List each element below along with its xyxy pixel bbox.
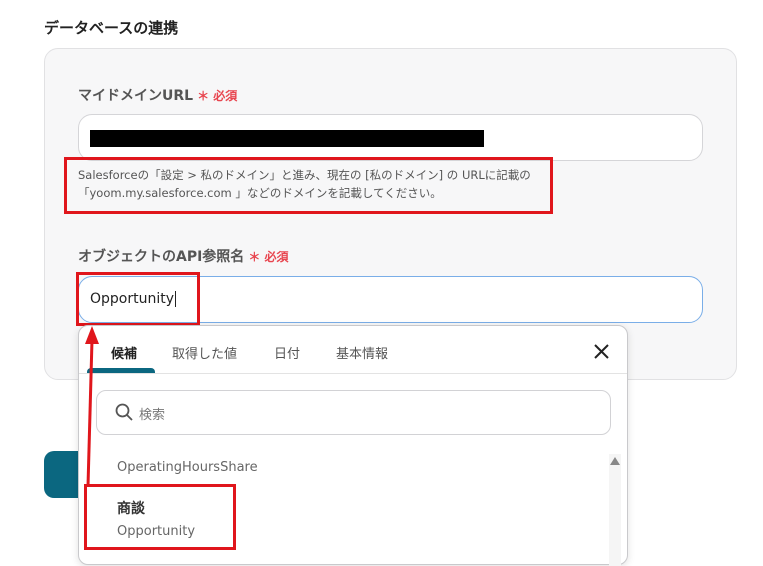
domain-input[interactable]	[78, 114, 703, 161]
scrollbar[interactable]	[609, 454, 621, 566]
redacted-value	[90, 130, 484, 147]
search-icon	[115, 403, 133, 421]
required-badge: ＊ 必須	[197, 89, 238, 103]
divider	[79, 373, 627, 374]
required-badge: ＊ 必須	[248, 250, 289, 264]
help-line: 「yoom.my.salesforce.com 」などのドメインを記載してくださ…	[78, 186, 442, 200]
required-text: 必須	[264, 250, 289, 264]
scroll-up-icon[interactable]	[610, 457, 620, 465]
domain-label: マイドメインURL ＊ 必須	[78, 85, 237, 105]
search-input[interactable]: 検索	[96, 390, 611, 435]
object-label: オブジェクトのAPI参照名＊ 必須	[78, 246, 289, 266]
tab-fetched-values[interactable]: 取得した値	[172, 343, 237, 362]
object-label-text: オブジェクトのAPI参照名	[78, 249, 245, 265]
highlight-box	[84, 484, 236, 550]
list-item[interactable]: OperatingHoursShare	[117, 460, 258, 475]
tab-candidates[interactable]: 候補	[111, 343, 137, 362]
domain-help: Salesforceの「設定 > 私のドメイン」と進み、現在の [私のドメイン]…	[78, 166, 531, 202]
required-text: 必須	[213, 89, 238, 103]
help-line: Salesforceの「設定 > 私のドメイン」と進み、現在の [私のドメイン]…	[78, 168, 531, 182]
close-icon[interactable]	[593, 343, 610, 360]
tab-date[interactable]: 日付	[274, 343, 300, 362]
highlight-box	[76, 272, 200, 326]
tab-basic-info[interactable]: 基本情報	[336, 343, 388, 362]
section-title: データベースの連携	[44, 19, 179, 37]
domain-label-text: マイドメインURL	[78, 88, 194, 104]
search-placeholder: 検索	[139, 408, 166, 423]
